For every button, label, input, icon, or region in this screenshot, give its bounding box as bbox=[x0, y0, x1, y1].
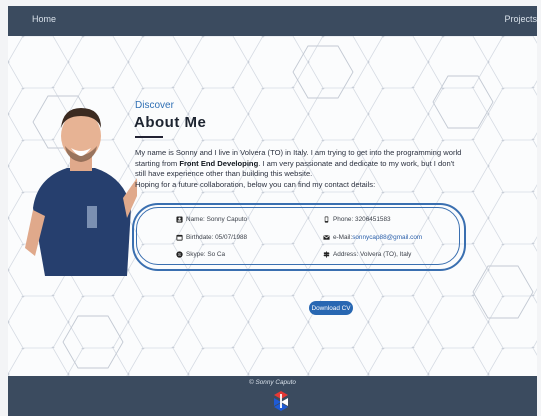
contact-skype-text: Skype: So Ca bbox=[186, 251, 226, 258]
nav-link-projects[interactable]: Projects bbox=[504, 14, 537, 24]
bio-line: still have experience other than buildin… bbox=[135, 169, 313, 179]
contact-name-text: Name: Sonny Caputo bbox=[186, 216, 248, 223]
contact-name: Name: Sonny Caputo bbox=[176, 216, 247, 223]
discover-label: Discover bbox=[135, 100, 174, 111]
skype-icon: S bbox=[176, 251, 183, 258]
contact-email-label: e-Mail: bbox=[333, 234, 353, 241]
map-sign-icon bbox=[323, 251, 330, 258]
contact-birthdate: Birthdate: 05/07/1988 bbox=[176, 234, 247, 241]
download-cv-button[interactable]: Download CV bbox=[309, 301, 353, 315]
copyright-text: © Sonny Caputo bbox=[249, 379, 296, 386]
window-frame-left bbox=[0, 0, 8, 416]
calendar-icon bbox=[176, 234, 183, 241]
window-frame-right bbox=[537, 0, 541, 416]
bio-line: Hoping for a future collaboration, below… bbox=[135, 179, 376, 189]
id-card-icon bbox=[176, 216, 183, 223]
profile-photo bbox=[25, 108, 137, 276]
contact-birthdate-text: Birthdate: 05/07/1988 bbox=[186, 234, 248, 241]
site-logo[interactable] bbox=[272, 390, 290, 412]
contact-phone: Phone: 3206451583 bbox=[323, 216, 391, 223]
contact-address: Address: Volvera (TO), Italy bbox=[323, 251, 411, 258]
contact-email: e-Mail: sonnycap88@gmail.com bbox=[323, 234, 422, 241]
bio-line: . I am very passionate and dedicate to m… bbox=[258, 158, 455, 168]
nav-link-home[interactable]: Home bbox=[32, 14, 56, 24]
about-section: Discover About Me My name is Sonny and I… bbox=[8, 36, 537, 376]
title-underline bbox=[135, 136, 163, 138]
envelope-icon bbox=[323, 235, 330, 240]
bio-paragraph: My name is Sonny and I live in Volvera (… bbox=[135, 148, 465, 190]
page-title: About Me bbox=[134, 114, 207, 131]
contact-phone-text: Phone: 3206451583 bbox=[333, 216, 391, 223]
footer: © Sonny Caputo bbox=[8, 376, 537, 416]
bio-line: My name is Sonny and I live in Volvera (… bbox=[135, 148, 462, 157]
contact-address-text: Address: Volvera (TO), Italy bbox=[333, 251, 412, 258]
contact-email-link[interactable]: sonnycap88@gmail.com bbox=[352, 234, 422, 241]
navbar: Home Projects bbox=[8, 6, 537, 36]
bio-line: starting from bbox=[135, 158, 180, 168]
phone-icon bbox=[324, 216, 329, 223]
bio-highlight: Front End Developing bbox=[179, 158, 259, 168]
svg-text:S: S bbox=[178, 252, 181, 257]
contact-skype: S Skype: So Ca bbox=[176, 251, 225, 258]
